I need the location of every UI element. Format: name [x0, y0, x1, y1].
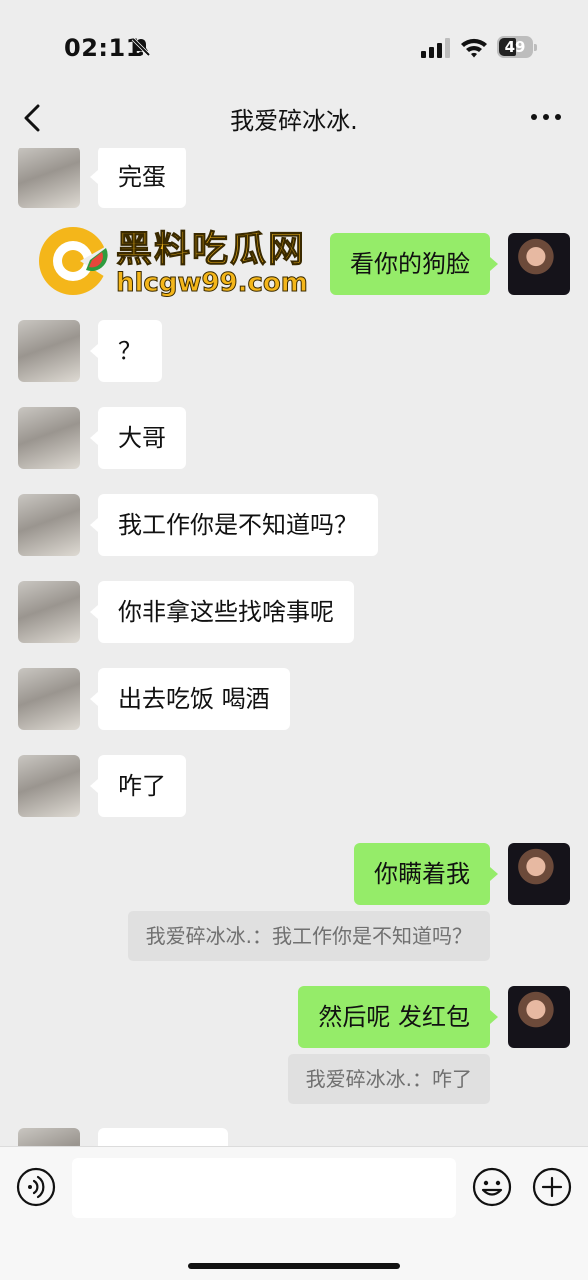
home-indicator [188, 1263, 400, 1269]
contact-avatar[interactable] [18, 1128, 80, 1146]
contact-avatar[interactable] [18, 581, 80, 643]
incoming-message-bubble[interactable]: 出去吃饭 喝酒 [90, 668, 290, 730]
message-input[interactable] [72, 1158, 456, 1218]
voice-input-icon[interactable] [16, 1167, 56, 1207]
cellular-signal-icon [421, 38, 450, 58]
my-avatar[interactable] [508, 843, 570, 905]
chat-header: 我爱碎冰冰. [0, 88, 588, 148]
incoming-message-bubble[interactable]: 咋了 [90, 755, 186, 817]
incoming-message-bubble[interactable]: 完蛋 [90, 148, 186, 208]
chat-title: 我爱碎冰冰. [230, 107, 358, 135]
quoted-message[interactable]: 我爱碎冰冰.：我工作你是不知道吗？ [127, 911, 490, 961]
wifi-icon [461, 38, 487, 58]
outgoing-message-bubble[interactable]: 你瞒着我 [354, 843, 498, 905]
incoming-message-bubble[interactable]: 我工作你是不知道吗？ [90, 494, 378, 556]
plus-icon[interactable] [532, 1167, 572, 1207]
contact-avatar[interactable] [18, 407, 80, 469]
contact-avatar[interactable] [18, 755, 80, 817]
battery-level: 49 [504, 38, 526, 56]
outgoing-message-bubble[interactable]: 看你的狗脸 [330, 233, 498, 295]
contact-avatar[interactable] [18, 494, 80, 556]
contact-avatar[interactable] [18, 320, 80, 382]
contact-avatar[interactable] [18, 148, 80, 208]
watermark-url: hlcgw99.com [116, 268, 309, 299]
back-arrow-icon[interactable] [18, 98, 48, 138]
contact-avatar[interactable] [18, 668, 80, 730]
watermark-name: 黑料吃瓜网 [115, 229, 307, 271]
my-avatar[interactable] [508, 233, 570, 295]
battery-icon: 49 [497, 36, 537, 58]
incoming-message-bubble[interactable]: 你非拿这些找啥事呢 [90, 581, 354, 643]
status-bar: 02:11 49 [0, 0, 588, 88]
incoming-message-bubble[interactable]: ？ [90, 320, 162, 382]
input-bar [0, 1146, 588, 1280]
outgoing-message-bubble[interactable]: 然后呢 发红包 [298, 986, 498, 1048]
incoming-message-bubble[interactable]: 大哥 [90, 407, 186, 469]
bell-muted-icon [131, 37, 151, 57]
incoming-message-bubble[interactable] [98, 1128, 228, 1146]
quoted-message[interactable]: 我爱碎冰冰.：咋了 [287, 1054, 490, 1104]
message-list[interactable]: 完蛋 看你的狗脸 ？ 大哥 我工作你是不知道吗？ 你非拿这些找啥事呢 出去吃饭 … [0, 148, 588, 1146]
watermark: 黑料吃瓜网 hlcgw99.com [36, 220, 326, 308]
my-avatar[interactable] [508, 986, 570, 1048]
emoji-icon[interactable] [472, 1167, 512, 1207]
watermelon-logo-icon [39, 227, 110, 295]
more-options-icon[interactable] [524, 102, 568, 132]
